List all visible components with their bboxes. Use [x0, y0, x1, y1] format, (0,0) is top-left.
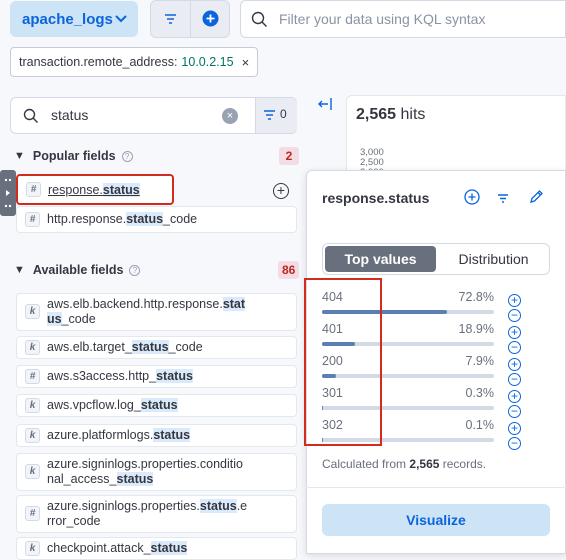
field-name: http.response.status_code — [47, 212, 198, 226]
field-item[interactable]: k aws.elb.backend.http.response.stat us_c… — [16, 293, 297, 331]
value-actions: +− — [508, 292, 548, 322]
field-name: azure.signinlogs.properties.conditio nal_… — [47, 457, 243, 486]
plus-circle-icon — [202, 10, 219, 27]
number-type-icon: # — [25, 368, 40, 384]
add-field-icon[interactable]: + — [273, 183, 289, 199]
value-actions: +− — [508, 388, 548, 418]
number-type-icon: # — [26, 181, 41, 197]
number-type-icon: # — [25, 211, 40, 227]
field-name: azure.platformlogs.status — [47, 428, 191, 442]
field-name: aws.vpcflow.log_status — [47, 398, 178, 412]
edit-pencil-icon[interactable] — [528, 189, 544, 205]
field-item[interactable]: k checkpoint.attack_status — [16, 537, 297, 560]
help-icon: ? — [121, 150, 133, 162]
filter-out-value-icon[interactable]: − — [508, 437, 521, 450]
grab-icon — [4, 178, 12, 208]
value-percent: 0.3% — [465, 386, 495, 400]
tab-distribution[interactable]: Distribution — [438, 246, 549, 272]
filter-for-value-icon[interactable]: + — [508, 390, 521, 403]
field-item[interactable]: k azure.platformlogs.status — [16, 424, 297, 447]
field-name: aws.elb.target_status_code — [47, 340, 203, 354]
filter-pill-field: transaction.remote_address: — [19, 55, 178, 69]
kql-placeholder: Filter your data using KQL syntax — [279, 11, 486, 27]
available-fields-count: 86 — [278, 261, 300, 279]
keyword-type-icon: k — [25, 397, 40, 413]
filter-out-value-icon[interactable]: − — [508, 405, 521, 418]
field-name: checkpoint.attack_status — [47, 541, 188, 555]
filter-pill[interactable]: transaction.remote_address: 10.0.2.15 × — [10, 47, 259, 77]
divider — [306, 487, 566, 488]
add-field-icon[interactable] — [464, 189, 480, 205]
chevron-down-icon: ▼ — [14, 150, 25, 162]
available-fields-header[interactable]: ▼ Available fields ? — [14, 260, 141, 280]
value-percent: 0.1% — [465, 418, 495, 432]
field-search-input[interactable]: status — [51, 107, 88, 123]
popular-fields-title: Popular fields — [32, 149, 116, 163]
data-view-name: apache_logs — [22, 10, 113, 28]
field-item-http-response-status-code[interactable]: # http.response.status_code — [16, 206, 297, 233]
popover-tabs: Top values Distribution — [322, 243, 550, 275]
keyword-type-icon: k — [25, 427, 40, 443]
filter-out-value-icon[interactable]: − — [508, 373, 521, 386]
keyword-type-icon: k — [25, 464, 40, 479]
field-name: response.status — [48, 183, 140, 197]
available-fields-title: Available fields — [32, 263, 124, 277]
annotation-highlight-box — [304, 278, 382, 446]
remove-filter-icon[interactable]: × — [242, 55, 250, 70]
filter-icon[interactable] — [496, 191, 510, 205]
data-view-selector[interactable]: apache_logs — [10, 1, 138, 37]
value-actions: +− — [508, 356, 548, 386]
collapse-sidebar-icon[interactable] — [318, 97, 334, 111]
field-type-filter-button[interactable]: 0 — [255, 98, 297, 133]
chevron-down-icon — [115, 15, 127, 23]
filter-for-value-icon[interactable]: + — [508, 422, 521, 435]
popular-fields-header[interactable]: ▼ Popular fields ? — [14, 146, 133, 166]
popover-actions — [464, 189, 544, 208]
visualize-button[interactable]: Visualize — [322, 504, 550, 536]
search-icon — [251, 11, 267, 27]
filter-icon — [165, 14, 176, 24]
value-percent: 18.9% — [458, 322, 494, 336]
calculated-from-text: Calculated from 2,565 records. — [322, 457, 487, 471]
kql-search-bar[interactable]: Filter your data using KQL syntax — [240, 0, 566, 38]
help-icon: ? — [129, 264, 141, 276]
chevron-down-icon: ▼ — [14, 264, 25, 276]
filter-for-value-icon[interactable]: + — [508, 358, 521, 371]
number-type-icon: # — [25, 506, 40, 521]
field-item[interactable]: k azure.signinlogs.properties.conditio na… — [16, 453, 297, 491]
tab-top-values[interactable]: Top values — [325, 246, 436, 272]
field-filter-count: 0 — [280, 107, 287, 121]
hits-count: 2,565 hits — [356, 106, 426, 123]
add-filter-button[interactable] — [191, 1, 230, 37]
field-search[interactable]: status × 0 — [10, 97, 297, 134]
filter-for-value-icon[interactable]: + — [508, 326, 521, 339]
keyword-type-icon: k — [25, 540, 40, 556]
filter-out-value-icon[interactable]: − — [508, 309, 521, 322]
drag-handle[interactable] — [0, 170, 16, 216]
field-item-response-status[interactable]: # response.status — [16, 174, 174, 205]
keyword-type-icon: k — [25, 339, 40, 355]
popover-title: response.status — [322, 190, 430, 206]
field-name: aws.s3access.http_status — [47, 369, 193, 383]
value-actions: +− — [508, 324, 548, 354]
field-name: aws.elb.backend.http.response.stat us_cod… — [47, 297, 246, 326]
popular-fields-count: 2 — [279, 147, 299, 165]
value-percent: 7.9% — [465, 354, 495, 368]
field-item[interactable]: k aws.vpcflow.log_status — [16, 394, 297, 417]
filter-menu-button[interactable] — [151, 1, 190, 37]
filter-pill-value: 10.0.2.15 — [181, 55, 234, 69]
filter-for-value-icon[interactable]: + — [508, 294, 521, 307]
field-item[interactable]: k aws.elb.target_status_code — [16, 336, 297, 359]
clear-search-icon[interactable]: × — [222, 108, 238, 124]
field-item[interactable]: # azure.signinlogs.properties.status.e rr… — [16, 495, 297, 533]
filter-icon — [264, 110, 275, 120]
value-actions: +− — [508, 420, 548, 450]
query-button-group — [150, 0, 230, 38]
value-percent: 72.8% — [458, 290, 494, 304]
filter-out-value-icon[interactable]: − — [508, 341, 521, 354]
field-item[interactable]: # aws.s3access.http_status — [16, 365, 297, 388]
search-icon — [23, 108, 38, 123]
keyword-type-icon: k — [25, 304, 40, 319]
field-name: azure.signinlogs.properties.status.e rror… — [47, 499, 248, 528]
